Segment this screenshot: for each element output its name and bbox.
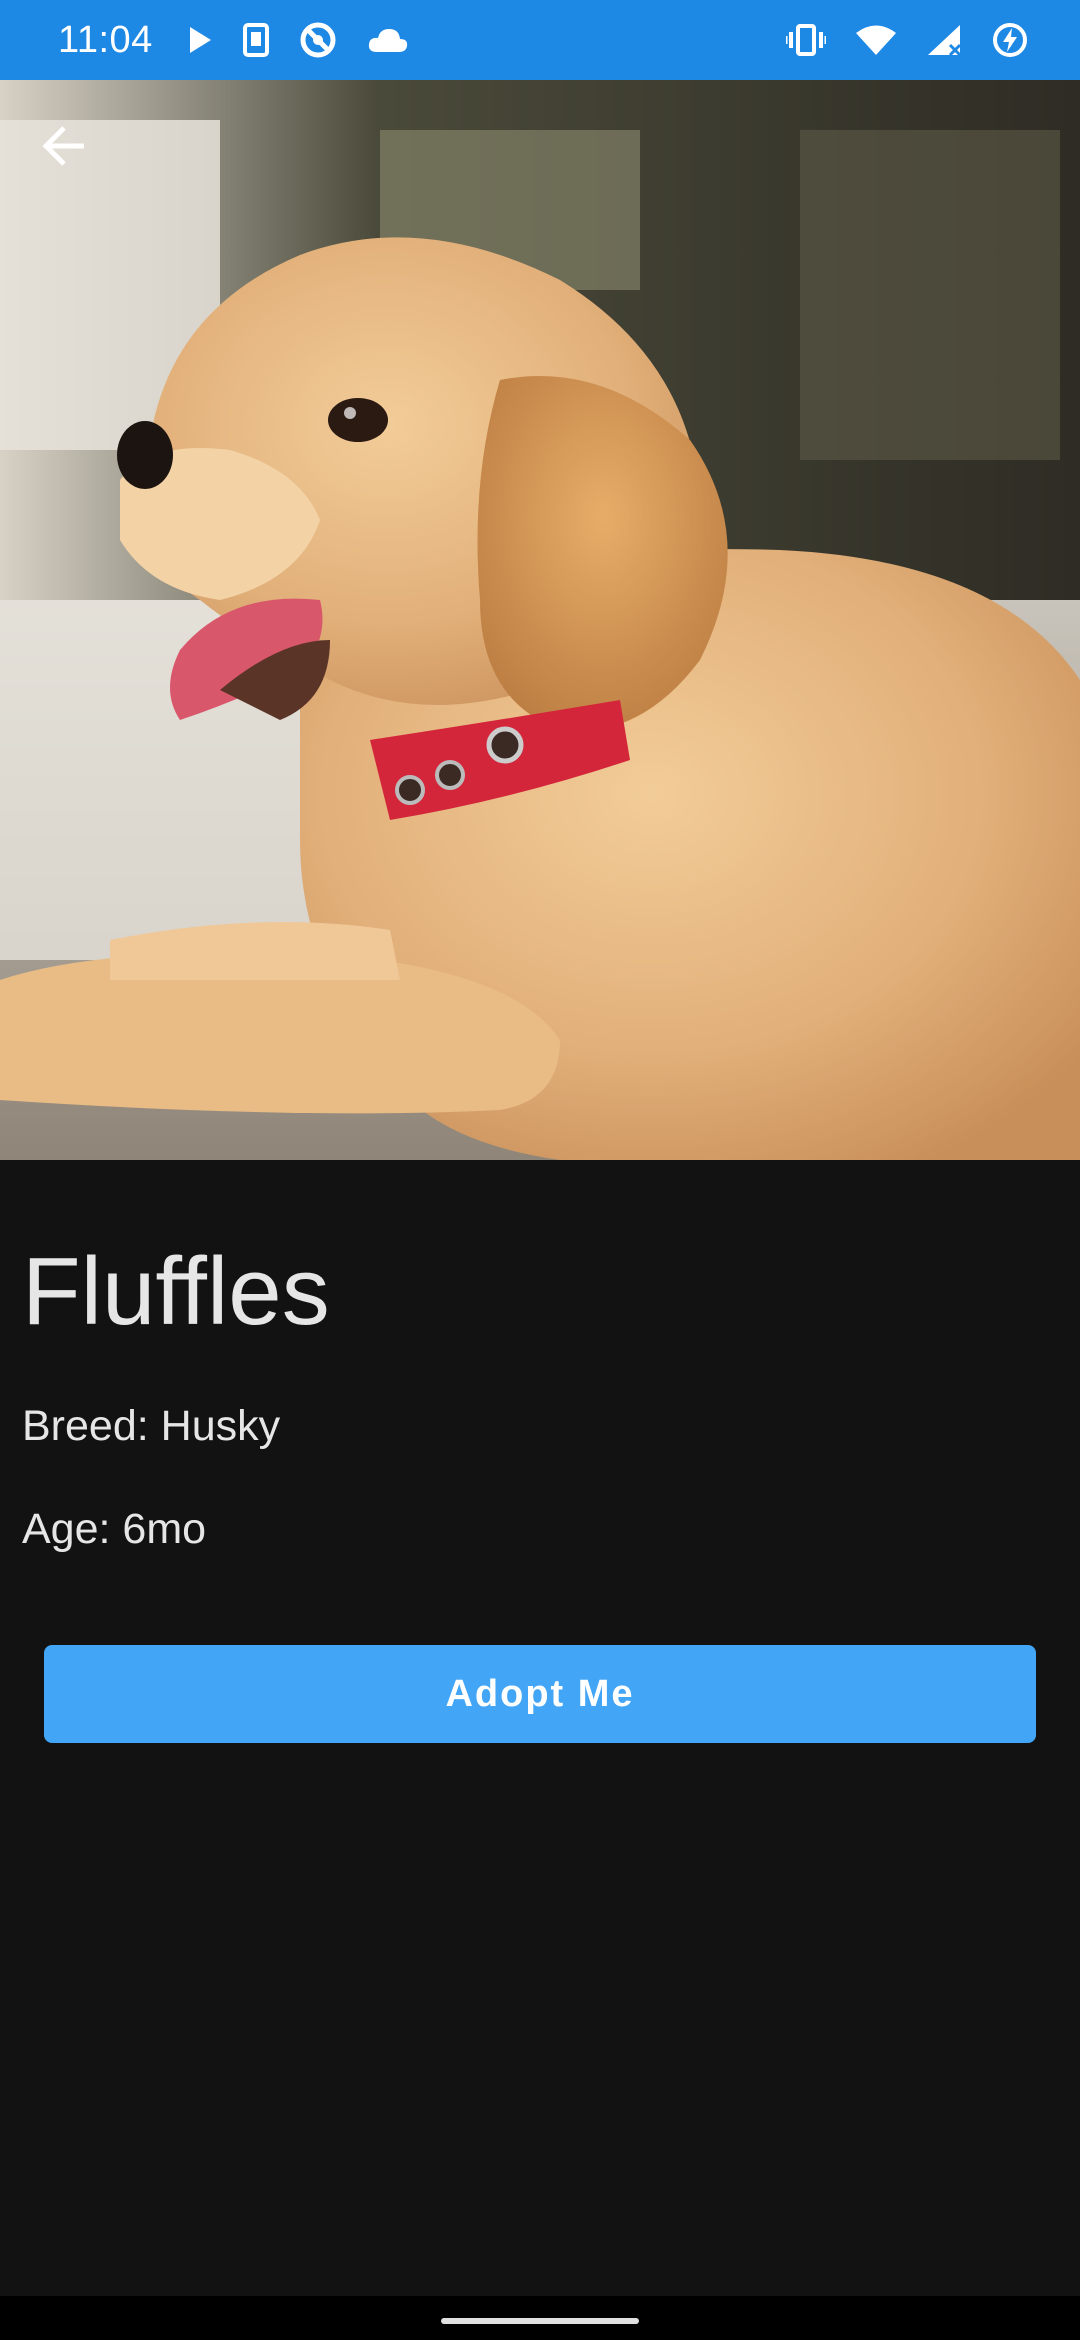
status-time: 11:04: [58, 18, 153, 61]
vibrate-icon: [786, 24, 826, 56]
back-button[interactable]: [28, 110, 100, 182]
pet-name: Fluffles: [22, 1238, 330, 1345]
sim-icon: [242, 23, 269, 57]
cloud-icon: [367, 26, 409, 54]
status-right-icons: [786, 22, 1028, 58]
pet-age: Age: 6mo: [22, 1505, 207, 1553]
wifi-icon: [856, 24, 896, 56]
pet-breed: Breed: Husky: [22, 1402, 281, 1450]
puppy-illustration: [0, 80, 1080, 1160]
signal-icon: [926, 23, 962, 57]
status-left-icons: [187, 21, 409, 59]
battery-saver-icon: [992, 22, 1028, 58]
home-handle[interactable]: [441, 2318, 639, 2324]
status-bar: 11:04: [0, 0, 1080, 80]
adopt-button[interactable]: Adopt Me: [44, 1645, 1036, 1743]
navigation-bar: [0, 2296, 1080, 2340]
play-icon: [187, 25, 213, 55]
no-access-icon: [299, 21, 337, 59]
arrow-back-icon: [40, 122, 88, 170]
pet-photo: [0, 80, 1080, 1160]
